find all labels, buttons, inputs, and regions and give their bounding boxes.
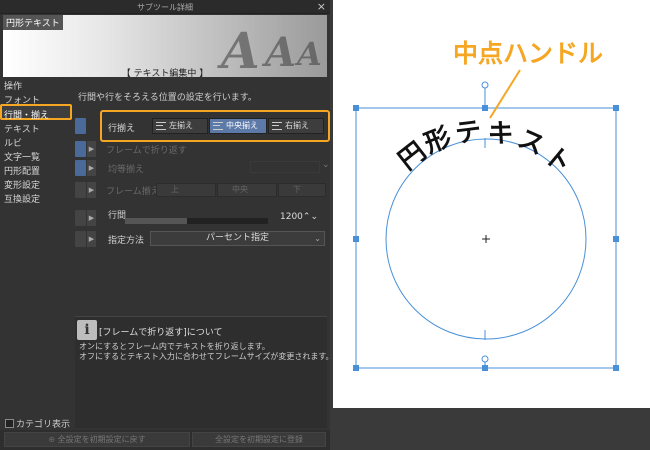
bottom-handle bbox=[481, 355, 489, 363]
handle-top-left bbox=[353, 105, 359, 111]
handle-middle-left bbox=[353, 236, 359, 242]
handle-bottom-right bbox=[613, 365, 619, 371]
handle-middle-right bbox=[613, 236, 619, 242]
handle-top-right bbox=[613, 105, 619, 111]
handle-bottom-left bbox=[353, 365, 359, 371]
circle-text-char: テ bbox=[453, 116, 484, 150]
circle-text-char: キ bbox=[485, 117, 516, 151]
annotation-arrow bbox=[489, 69, 521, 119]
rotate-handle bbox=[481, 81, 489, 89]
annotation-label: 中点ハンドル bbox=[453, 39, 604, 68]
